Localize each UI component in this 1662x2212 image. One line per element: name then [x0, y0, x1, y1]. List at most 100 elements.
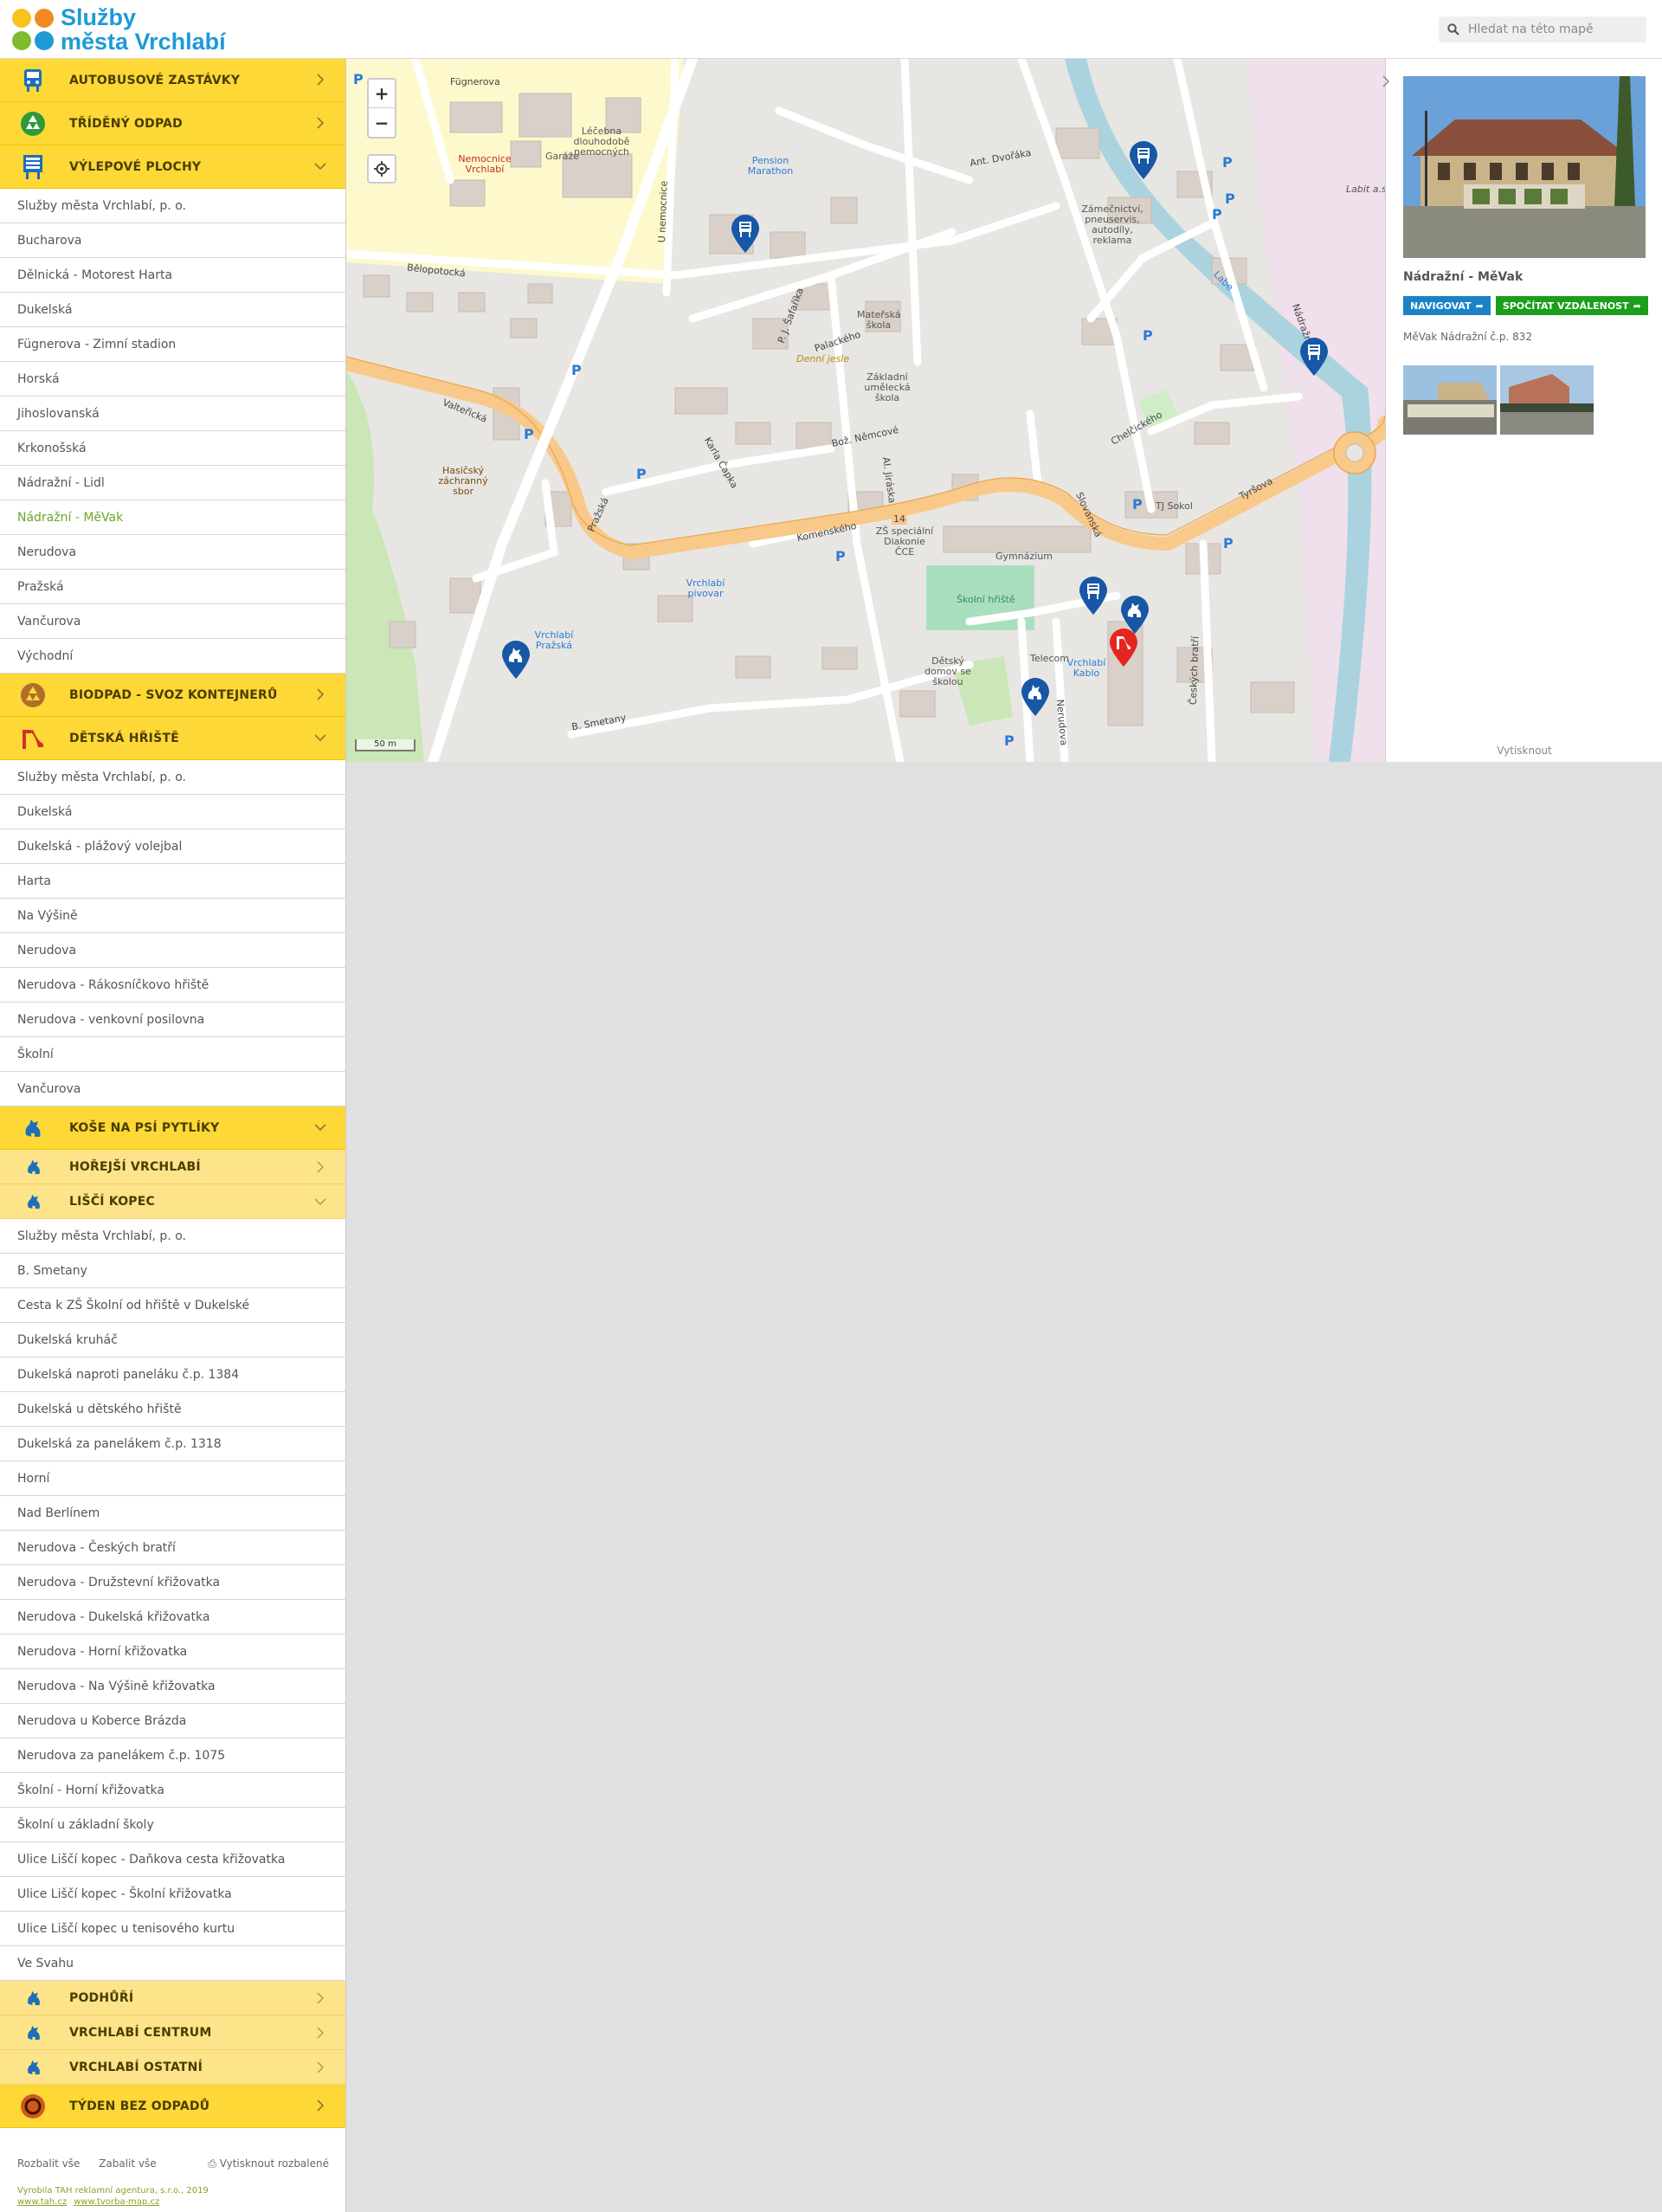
list-item[interactable]: Nad Berlínem [0, 1496, 345, 1531]
category-label: AUTOBUSOVÉ ZASTÁVKY [69, 73, 241, 87]
map-label-detsky-domov: Dětský domov se školou [924, 655, 971, 687]
dog-bin-pin-icon[interactable] [500, 641, 531, 680]
list-item[interactable]: Dukelská u dětského hřiště [0, 1392, 345, 1427]
chevron-right-icon [317, 1161, 324, 1173]
photo-thumbnail[interactable] [1500, 365, 1594, 435]
credit-link-tah[interactable]: www.tah.cz [17, 2197, 67, 2207]
list-item[interactable]: Východní [0, 639, 345, 674]
list-item[interactable]: Pražská [0, 570, 345, 604]
category-sorted-waste[interactable]: TŘÍDĚNÝ ODPAD [0, 102, 345, 145]
list-item[interactable]: Jihoslovanská [0, 397, 345, 431]
map-label-skolni-hriste: Školní hřiště [957, 594, 1015, 605]
zoom-out-button[interactable]: − [369, 108, 395, 137]
expand-all-link[interactable]: Rozbalit vše [17, 2157, 80, 2170]
category-playgrounds[interactable]: DĚTSKÁ HŘIŠTĚ [0, 717, 345, 760]
list-item[interactable]: Ulice Liščí kopec u tenisového kurtu [0, 1912, 345, 1946]
credit-link-tvorba-map[interactable]: www.tvorba-map.cz [74, 2197, 159, 2207]
photo-thumbnail[interactable] [1403, 365, 1497, 435]
list-item[interactable]: Ulice Liščí kopec - Školní křižovatka [0, 1877, 345, 1912]
list-item[interactable]: Školní - Horní křižovatka [0, 1773, 345, 1808]
dog-bin-pin-icon[interactable] [1020, 678, 1051, 718]
list-item[interactable]: Ve Svahu [0, 1946, 345, 1981]
calculate-distance-button[interactable]: SPOČÍTAT VZDÁLENOST ➦ [1495, 296, 1648, 315]
panel-collapse-button[interactable] [1377, 71, 1395, 92]
list-item[interactable]: Horní [0, 1461, 345, 1496]
poster-board-pin-icon[interactable] [1298, 338, 1330, 377]
subcategory-podhuri[interactable]: PODHŮŘÍ [0, 1981, 345, 2015]
subcategory-horejsi-vrchlabi[interactable]: HOŘEJŠÍ VRCHLABÍ [0, 1150, 345, 1184]
list-item[interactable]: Nerudova - Dukelská křižovatka [0, 1600, 345, 1635]
subcategory-lisci-kopec[interactable]: LIŠČÍ KOPEC [0, 1184, 345, 1219]
search-box[interactable] [1439, 16, 1646, 42]
list-item[interactable]: Cesta k ZŠ Školní od hřiště v Dukelské [0, 1288, 345, 1323]
location-photo[interactable] [1403, 76, 1646, 258]
category-biowaste[interactable]: BIODPAD - SVOZ KONTEJNERŮ [0, 674, 345, 717]
subcategory-vrchlabi-centrum[interactable]: VRCHLABÍ CENTRUM [0, 2015, 345, 2050]
list-item[interactable]: Nerudova [0, 933, 345, 968]
list-item[interactable]: Dukelská za panelákem č.p. 1318 [0, 1427, 345, 1461]
chevron-right-icon [1382, 75, 1390, 87]
poster-board-pin-icon[interactable] [1078, 577, 1109, 616]
list-item[interactable]: Nerudova - venkovní posilovna [0, 1003, 345, 1037]
list-item[interactable]: Ulice Liščí kopec - Daňkova cesta křižov… [0, 1842, 345, 1877]
list-item[interactable]: Služby města Vrchlabí, p. o. [0, 189, 345, 223]
map-canvas[interactable]: Fügnerova Nemocnice Vrchlabí Léčebna dlo… [346, 59, 1385, 762]
locate-button[interactable] [367, 154, 396, 184]
subcategory-vrchlabi-ostatni[interactable]: VRCHLABÍ OSTATNÍ [0, 2050, 345, 2085]
parking-icon: P [636, 466, 647, 482]
list-item[interactable]: Nerudova - Horní křižovatka [0, 1635, 345, 1669]
list-item[interactable]: B. Smetany [0, 1254, 345, 1288]
search-input[interactable] [1468, 20, 1641, 39]
no-waste-icon [21, 2094, 45, 2118]
list-item[interactable]: Dukelská [0, 795, 345, 829]
list-item[interactable]: Dukelská [0, 293, 345, 327]
category-dog-bins[interactable]: KOŠE NA PSÍ PYTLÍKY [0, 1106, 345, 1150]
list-item[interactable]: Služby města Vrchlabí, p. o. [0, 1219, 345, 1254]
list-item[interactable]: Nerudova u Koberce Brázda [0, 1704, 345, 1738]
list-item[interactable]: Nádražní - Lidl [0, 466, 345, 500]
category-poster-boards[interactable]: VÝLEPOVÉ PLOCHY [0, 145, 345, 189]
playground-pin-icon[interactable] [1108, 629, 1139, 668]
list-item[interactable]: Dukelská kruháč [0, 1323, 345, 1358]
chevron-right-icon [317, 688, 325, 700]
locate-icon [374, 161, 390, 177]
list-item[interactable]: Na Výšině [0, 899, 345, 933]
list-item[interactable]: Nerudova [0, 535, 345, 570]
list-item[interactable]: Krkonošská [0, 431, 345, 466]
list-item[interactable]: Harta [0, 864, 345, 899]
dog-bin-icon [28, 2060, 40, 2075]
chevron-down-icon [314, 1124, 326, 1132]
list-item[interactable]: Nerudova za panelákem č.p. 1075 [0, 1738, 345, 1773]
list-item[interactable]: Služby města Vrchlabí, p. o. [0, 760, 345, 795]
navigate-button[interactable]: NAVIGOVAT ➦ [1403, 296, 1491, 315]
collapse-all-link[interactable]: Zabalit vše [99, 2157, 156, 2170]
parking-icon: P [524, 426, 534, 442]
list-item[interactable]: Vančurova [0, 1072, 345, 1106]
logo[interactable]: Služby města Vrchlabí [12, 5, 237, 54]
list-item[interactable]: Nerudova - Rákosníčkovo hřiště [0, 968, 345, 1003]
list-item[interactable]: Fügnerova - Zimní stadion [0, 327, 345, 362]
list-item[interactable]: Školní [0, 1037, 345, 1072]
list-item[interactable]: Nerudova - Družstevní křižovatka [0, 1565, 345, 1600]
list-item-active[interactable]: Nádražní - MěVak [0, 500, 345, 535]
category-bus-stops[interactable]: AUTOBUSOVÉ ZASTÁVKY [0, 59, 345, 102]
poster-board-pin-icon[interactable] [730, 215, 761, 255]
poster-board-pin-icon[interactable] [1128, 141, 1159, 181]
list-item[interactable]: Nerudova - Českých bratří [0, 1531, 345, 1565]
list-item[interactable]: Dukelská naproti paneláku č.p. 1384 [0, 1358, 345, 1392]
list-item[interactable]: Horská [0, 362, 345, 397]
category-no-waste-week[interactable]: TÝDEN BEZ ODPADŮ [0, 2085, 345, 2128]
list-item[interactable]: Bucharova [0, 223, 345, 258]
parking-icon: P [571, 362, 582, 378]
print-link[interactable]: Vytisknout [1386, 745, 1662, 757]
building-photo [1403, 76, 1646, 258]
zoom-in-button[interactable]: + [369, 80, 395, 108]
map-label-gymnazium: Gymnázium [995, 551, 1053, 562]
list-item[interactable]: Vančurova [0, 604, 345, 639]
print-expanded-link[interactable]: ⎙ Vytisknout rozbalené [208, 2157, 329, 2170]
list-item[interactable]: Školní u základní školy [0, 1808, 345, 1842]
list-item[interactable]: Nerudova - Na Výšině křižovatka [0, 1669, 345, 1704]
list-item[interactable]: Dukelská - plážový volejbal [0, 829, 345, 864]
list-item[interactable]: Dělnická - Motorest Harta [0, 258, 345, 293]
category-label: VÝLEPOVÉ PLOCHY [69, 159, 202, 174]
